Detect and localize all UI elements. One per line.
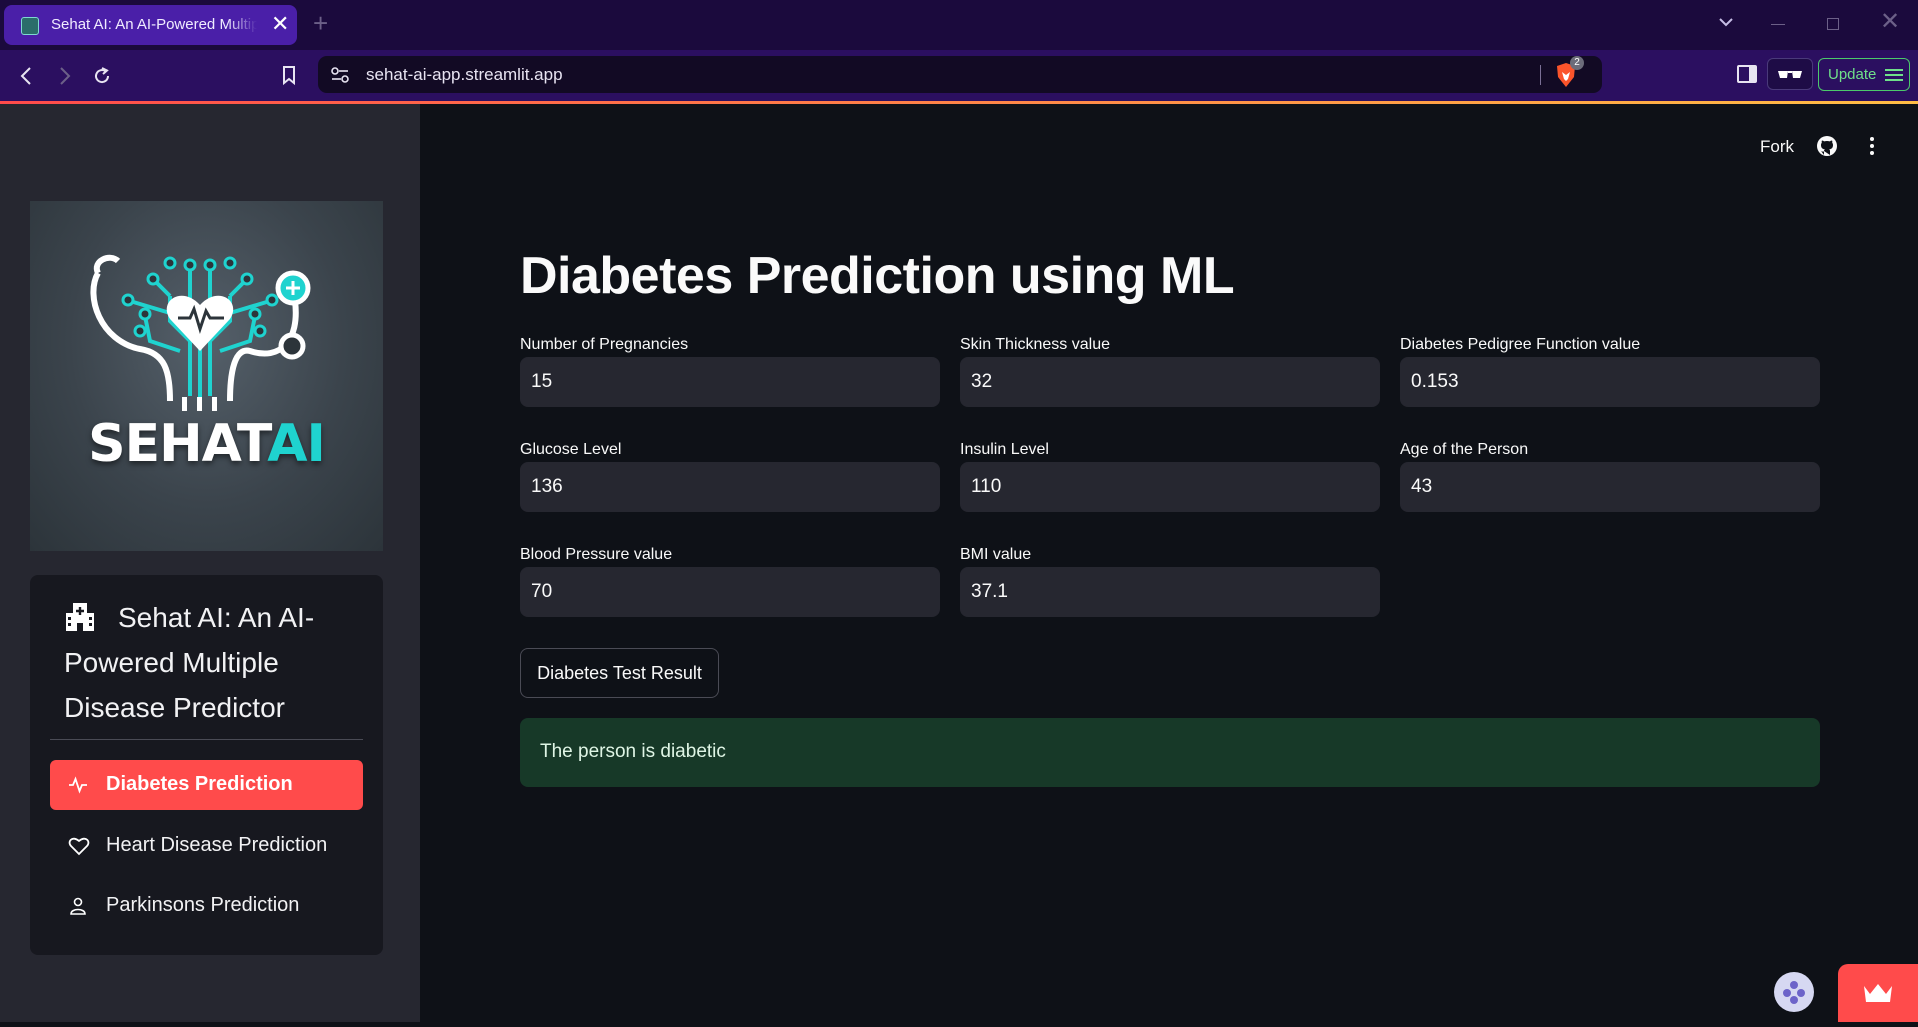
field-insulin: Insulin Level — [960, 441, 1380, 512]
address-bar[interactable]: sehat-ai-app.streamlit.app 2 — [318, 56, 1602, 93]
menu-item-label: Heart Disease Prediction — [106, 834, 328, 856]
browser-tab[interactable]: Sehat AI: An AI-Powered Multiple Disease… — [4, 5, 297, 45]
minimize-window-icon[interactable] — [1771, 24, 1785, 25]
chat-bubbles-icon — [1783, 981, 1805, 1004]
bmi-input[interactable] — [960, 567, 1380, 617]
pedigree-function-input[interactable] — [1400, 357, 1820, 407]
fork-button[interactable]: Fork — [1760, 137, 1794, 157]
menu-item-label: Diabetes Prediction — [106, 773, 293, 795]
new-tab-button[interactable]: + — [313, 10, 328, 36]
age-input[interactable] — [1400, 462, 1820, 512]
shield-count-badge: 2 — [1570, 56, 1584, 70]
success-alert: The person is diabetic — [520, 718, 1820, 787]
logo-wordmark-ai: AI — [267, 414, 326, 474]
glucose-input[interactable] — [520, 462, 940, 512]
sehat-ai-logo: SEHATAI — [30, 201, 383, 551]
url-text: sehat-ai-app.streamlit.app — [366, 65, 563, 84]
activity-icon — [69, 776, 87, 794]
sidebar-panel-icon[interactable] — [1737, 65, 1757, 83]
logo-wordmark-sehat: SEHAT — [88, 414, 268, 474]
menu-item-label: Parkinsons Prediction — [106, 894, 300, 916]
field-skin-thickness: Skin Thickness value — [960, 336, 1380, 407]
github-icon[interactable] — [1815, 134, 1839, 158]
back-icon[interactable] — [14, 63, 40, 89]
menu-item-parkinsons[interactable]: Parkinsons Prediction — [50, 881, 363, 931]
reload-icon[interactable] — [89, 63, 115, 89]
more-options-icon[interactable] — [1860, 134, 1884, 158]
site-info-icon[interactable] — [330, 66, 350, 84]
insulin-input[interactable] — [960, 462, 1380, 512]
menu-title: Sehat AI: An AI-Powered Multiple Disease… — [64, 602, 315, 723]
diabetes-test-result-button[interactable]: Diabetes Test Result — [520, 648, 719, 698]
field-age: Age of the Person — [1400, 441, 1820, 512]
skin-thickness-input[interactable] — [960, 357, 1380, 407]
crown-icon — [1864, 984, 1892, 1002]
chat-widget-button[interactable] — [1774, 972, 1814, 1012]
bookmark-icon[interactable] — [276, 62, 302, 88]
app-sidebar: SEHATAI Sehat AI: An AI-Powered Multiple… — [0, 104, 420, 1022]
field-pregnancies: Number of Pregnancies — [520, 336, 940, 407]
vpn-button[interactable] — [1767, 58, 1813, 90]
field-glucose: Glucose Level — [520, 441, 940, 512]
tab-close-icon[interactable]: ✕ — [271, 13, 289, 35]
chevron-down-icon[interactable] — [1716, 12, 1736, 32]
blood-pressure-input[interactable] — [520, 567, 940, 617]
tab-title: Sehat AI: An AI-Powered Multiple Disease… — [51, 16, 257, 33]
forward-icon[interactable] — [51, 63, 77, 89]
favicon-icon — [21, 17, 39, 35]
close-window-icon[interactable]: ✕ — [1880, 10, 1900, 34]
update-button[interactable]: Update — [1818, 58, 1910, 91]
field-pedigree-function: Diabetes Pedigree Function value — [1400, 336, 1820, 407]
field-bmi: BMI value — [960, 546, 1380, 617]
update-label: Update — [1828, 66, 1877, 83]
stethoscope-brain-logo-icon — [90, 254, 311, 411]
page-title: Diabetes Prediction using ML — [520, 247, 1235, 305]
menu-item-diabetes[interactable]: Diabetes Prediction — [50, 760, 363, 810]
streamlit-badge-button[interactable] — [1838, 964, 1918, 1022]
result-text: The person is diabetic — [540, 741, 726, 762]
glasses-icon — [1778, 71, 1802, 78]
field-blood-pressure: Blood Pressure value — [520, 546, 940, 617]
menu-item-heart-disease[interactable]: Heart Disease Prediction — [50, 821, 363, 871]
person-icon — [70, 897, 86, 915]
hamburger-menu-icon — [1885, 69, 1903, 81]
browser-tab-bar: Sehat AI: An AI-Powered Multiple Disease… — [0, 0, 1918, 50]
restore-window-icon[interactable] — [1827, 18, 1839, 30]
option-menu: Sehat AI: An AI-Powered Multiple Disease… — [30, 575, 383, 955]
logo-wordmark: SEHATAI — [30, 414, 383, 474]
browser-toolbar: sehat-ai-app.streamlit.app 2 Update — [0, 50, 1918, 102]
menu-divider — [50, 739, 363, 740]
pregnancies-input[interactable] — [520, 357, 940, 407]
url-divider — [1540, 65, 1541, 85]
heart-icon — [68, 837, 90, 856]
